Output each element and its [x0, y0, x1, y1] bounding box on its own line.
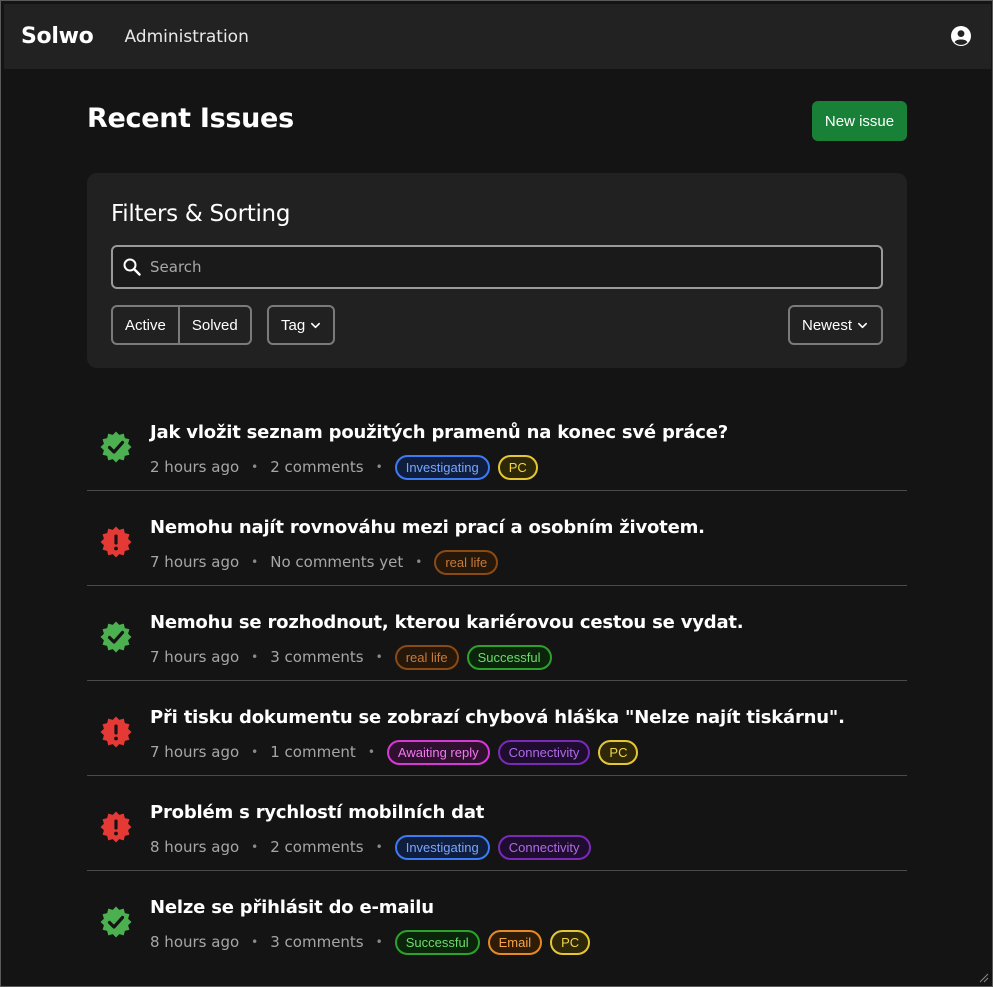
chevron-down-icon [311, 322, 321, 328]
resize-grip-icon[interactable] [977, 971, 989, 983]
issue-comments: 2 comments [270, 458, 364, 476]
issue-meta: 7 hours ago • No comments yet • real life [150, 549, 506, 575]
tag-dropdown-label: Tag [281, 316, 306, 334]
brand-logo[interactable]: Solwo [21, 24, 94, 49]
tag-badge[interactable]: Connectivity [497, 739, 591, 765]
tag-badge[interactable]: Awaiting reply [386, 739, 490, 765]
issue-list: Jak vložit seznam použitých pramenů na k… [87, 396, 907, 966]
search-icon [123, 258, 141, 276]
separator-dot: • [251, 555, 259, 569]
navbar: Solwo Administration [4, 4, 991, 69]
separator-dot: • [251, 650, 259, 664]
issue-title[interactable]: Nemohu najít rovnováhu mezi prací a osob… [150, 517, 705, 538]
check-badge-icon [100, 621, 132, 653]
issue-time: 2 hours ago [150, 458, 240, 476]
tag-badge[interactable]: Investigating [394, 454, 490, 480]
tag-badge[interactable]: PC [598, 739, 639, 765]
issue-comments: 2 comments [270, 838, 364, 856]
filters-title: Filters & Sorting [111, 201, 291, 227]
issue-title[interactable]: Nemohu se rozhodnout, kterou kariérovou … [150, 612, 744, 633]
tag-badge[interactable]: PC [550, 929, 591, 955]
app-window: Solwo Administration Recent Issues New i… [0, 0, 993, 987]
tag-badge[interactable]: PC [497, 454, 538, 480]
separator-dot: • [375, 460, 383, 474]
issue-meta: 7 hours ago • 1 comment • Awaiting reply Conn… [150, 739, 646, 765]
issue-meta: 8 hours ago • 2 comments • Investigating Conn… [150, 834, 599, 860]
tag-badge[interactable]: Investigating [394, 834, 490, 860]
issue-title[interactable]: Problém s rychlostí mobilních dat [150, 802, 484, 823]
issue-title[interactable]: Při tisku dokumentu se zobrazí chybová h… [150, 707, 845, 728]
issue-row[interactable]: Jak vložit seznam použitých pramenů na k… [87, 396, 907, 491]
separator-dot: • [375, 650, 383, 664]
tag-dropdown[interactable]: Tag [267, 305, 335, 345]
filters-card: Filters & Sorting Active Solved Tag N [87, 173, 907, 368]
issue-row[interactable]: Nelze se přihlásit do e-mailu 8 hours ago… [87, 871, 907, 966]
tag-badge[interactable]: Successful [394, 929, 480, 955]
issue-row[interactable]: Při tisku dokumentu se zobrazí chybová h… [87, 681, 907, 776]
issue-time: 8 hours ago [150, 933, 240, 951]
separator-dot: • [375, 840, 383, 854]
issue-title[interactable]: Nelze se přihlásit do e-mailu [150, 897, 434, 918]
user-circle-icon[interactable] [951, 26, 971, 46]
chevron-down-icon [858, 322, 868, 328]
sort-dropdown[interactable]: Newest [788, 305, 883, 345]
page-title: Recent Issues [87, 103, 294, 134]
check-badge-icon [100, 431, 132, 463]
tag-badge[interactable]: real life [434, 549, 499, 575]
issue-meta: 8 hours ago • 3 comments • Successful Email PC [150, 929, 598, 955]
issue-row[interactable]: Nemohu se rozhodnout, kterou kariérovou … [87, 586, 907, 681]
separator-dot: • [251, 840, 259, 854]
status-filter-group: Active Solved [111, 305, 252, 345]
tag-badge[interactable]: Connectivity [497, 834, 591, 860]
separator-dot: • [367, 745, 375, 759]
issue-time: 7 hours ago [150, 648, 240, 666]
search-box[interactable] [111, 245, 883, 289]
issue-row[interactable]: Problém s rychlostí mobilních dat 8 hours… [87, 776, 907, 871]
issue-time: 7 hours ago [150, 553, 240, 571]
issue-time: 8 hours ago [150, 838, 240, 856]
status-solved-button[interactable]: Solved [177, 307, 250, 343]
page-header: Recent Issues New issue [87, 69, 907, 173]
issue-title[interactable]: Jak vložit seznam použitých pramenů na k… [150, 422, 728, 443]
separator-dot: • [415, 555, 423, 569]
issue-row[interactable]: Nemohu najít rovnováhu mezi prací a osob… [87, 491, 907, 586]
tag-badge[interactable]: Successful [466, 644, 552, 670]
issue-meta: 2 hours ago • 2 comments • Investigating PC [150, 454, 546, 480]
sort-dropdown-label: Newest [802, 316, 853, 334]
alert-badge-icon [100, 716, 132, 748]
tag-badge[interactable]: real life [394, 644, 459, 670]
separator-dot: • [375, 935, 383, 949]
new-issue-button[interactable]: New issue [812, 101, 907, 141]
main-content: Recent Issues New issue Filters & Sortin… [87, 69, 907, 955]
issue-meta: 7 hours ago • 3 comments • real life Successf… [150, 644, 560, 670]
issue-time: 7 hours ago [150, 743, 240, 761]
issue-comments: 1 comment [270, 743, 356, 761]
issue-comments: No comments yet [270, 553, 404, 571]
separator-dot: • [251, 935, 259, 949]
search-input[interactable] [150, 249, 881, 285]
alert-badge-icon [100, 526, 132, 558]
issue-comments: 3 comments [270, 648, 364, 666]
separator-dot: • [251, 745, 259, 759]
nav-link-administration[interactable]: Administration [124, 27, 248, 47]
status-active-button[interactable]: Active [113, 307, 178, 343]
alert-badge-icon [100, 811, 132, 843]
check-badge-icon [100, 906, 132, 938]
tag-badge[interactable]: Email [487, 929, 543, 955]
issue-comments: 3 comments [270, 933, 364, 951]
separator-dot: • [251, 460, 259, 474]
